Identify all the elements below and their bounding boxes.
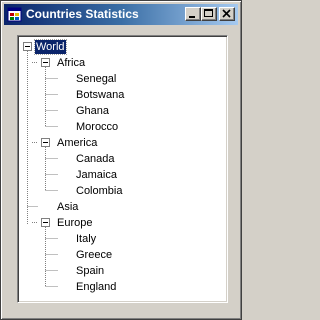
tree-node-canada[interactable]: Canada bbox=[75, 152, 116, 166]
app-form-icon[interactable] bbox=[7, 7, 22, 22]
tree-node-jamaica[interactable]: Jamaica bbox=[75, 168, 118, 182]
main-window: Countries Statistics World Africa Senega… bbox=[0, 0, 242, 320]
minimize-button[interactable] bbox=[185, 7, 201, 21]
collapse-africa-icon[interactable] bbox=[41, 58, 50, 67]
tree-node-world[interactable]: World bbox=[34, 39, 67, 55]
maximize-button[interactable] bbox=[201, 7, 217, 21]
tree-node-italy[interactable]: Italy bbox=[75, 232, 97, 246]
collapse-world-icon[interactable] bbox=[23, 42, 32, 51]
tree-node-botswana[interactable]: Botswana bbox=[75, 88, 125, 102]
tree-node-england[interactable]: England bbox=[75, 280, 117, 294]
tree-node-africa[interactable]: Africa bbox=[56, 56, 86, 70]
tree-node-america[interactable]: America bbox=[56, 136, 98, 150]
tree-node-asia[interactable]: Asia bbox=[56, 200, 79, 214]
tree-node-ghana[interactable]: Ghana bbox=[75, 104, 110, 118]
tree-connector-lines bbox=[27, 51, 58, 287]
countries-tree-view[interactable]: World Africa Senegal Botswana Ghana Moro… bbox=[17, 35, 228, 303]
close-button[interactable] bbox=[219, 7, 235, 21]
minimize-icon bbox=[189, 16, 195, 18]
collapse-america-icon[interactable] bbox=[41, 138, 50, 147]
close-icon bbox=[222, 9, 231, 18]
collapse-europe-icon[interactable] bbox=[41, 218, 50, 227]
tree-node-morocco[interactable]: Morocco bbox=[75, 120, 119, 134]
tree-node-europe[interactable]: Europe bbox=[56, 216, 93, 230]
tree-node-colombia[interactable]: Colombia bbox=[75, 184, 123, 198]
tree-node-greece[interactable]: Greece bbox=[75, 248, 113, 262]
tree-node-spain[interactable]: Spain bbox=[75, 264, 105, 278]
tree-node-senegal[interactable]: Senegal bbox=[75, 72, 117, 86]
window-title: Countries Statistics bbox=[26, 7, 139, 21]
title-bar[interactable]: Countries Statistics bbox=[4, 4, 238, 25]
maximize-icon bbox=[204, 9, 213, 17]
